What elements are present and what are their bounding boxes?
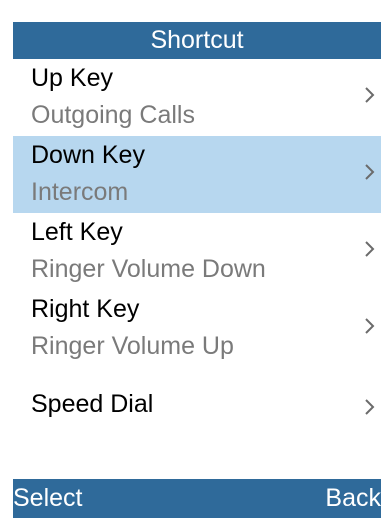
menu-item-right-key[interactable]: Right Key Ringer Volume Up (13, 290, 381, 367)
menu-item-value: Ringer Volume Down (31, 255, 266, 283)
chevron-right-icon (365, 87, 375, 103)
page-title: Shortcut (150, 26, 244, 54)
menu-item-up-key[interactable]: Up Key Outgoing Calls (13, 59, 381, 136)
chevron-right-icon (365, 399, 375, 415)
menu-item-label: Down Key (31, 141, 145, 169)
softkey-bar: Select Back (13, 479, 381, 518)
title-bar: Shortcut (13, 22, 381, 59)
chevron-right-icon (365, 241, 375, 257)
back-softkey[interactable]: Back (325, 479, 381, 518)
menu-item-down-key[interactable]: Down Key Intercom (13, 136, 381, 213)
menu-item-value: Outgoing Calls (31, 101, 195, 129)
menu-item-speed-dial[interactable]: Speed Dial (13, 367, 381, 444)
chevron-right-icon (365, 164, 375, 180)
menu-item-label: Speed Dial (31, 390, 154, 418)
menu-item-value: Ringer Volume Up (31, 332, 234, 360)
menu-item-label: Right Key (31, 295, 140, 323)
phone-screen: Shortcut Up Key Outgoing Calls Down Key … (13, 0, 381, 518)
select-softkey[interactable]: Select (13, 479, 82, 518)
menu-item-left-key[interactable]: Left Key Ringer Volume Down (13, 213, 381, 290)
chevron-right-icon (365, 318, 375, 334)
menu-item-label: Left Key (31, 218, 123, 246)
menu-item-label: Up Key (31, 64, 113, 92)
menu-item-value: Intercom (31, 178, 129, 206)
